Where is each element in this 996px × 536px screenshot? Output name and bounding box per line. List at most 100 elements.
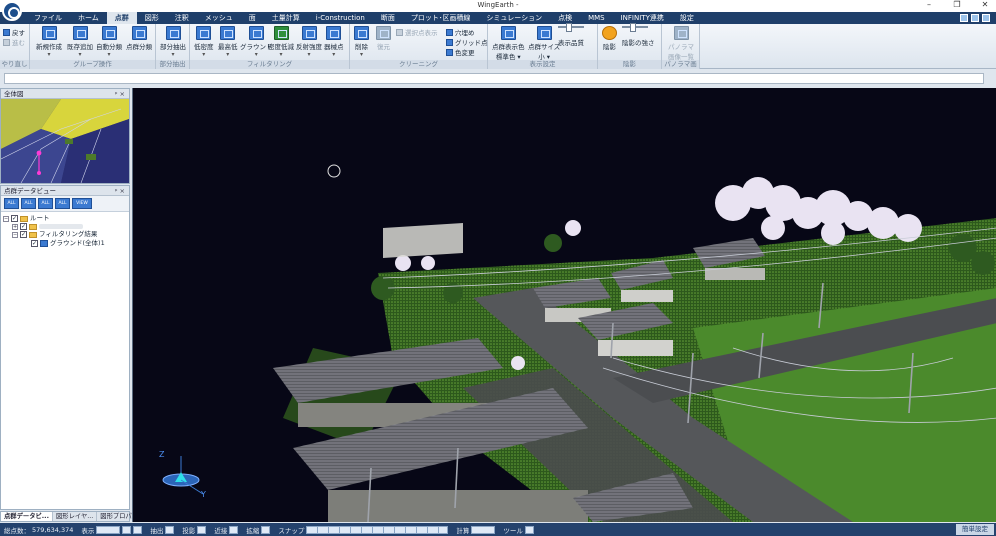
menu-mesh[interactable]: メッシュ [197,12,241,24]
tree-node-root[interactable]: − ✓ ルート [3,214,127,223]
status-extract[interactable]: 抽出 [146,525,178,535]
point-classify-button[interactable]: 点群分類 [126,26,152,51]
3d-viewport[interactable]: Z Y [132,88,996,522]
menu-earthwork[interactable]: 土量計算 [264,12,308,24]
display-quality-slider[interactable] [558,23,584,32]
menu-settings[interactable]: 設定 [672,12,702,24]
auto-classify-button[interactable]: 自動分類 ▾ [96,26,122,58]
menu-shape[interactable]: 図形 [137,12,167,24]
max-min-icon [220,26,236,40]
shadow-button[interactable]: 陰影 [602,26,617,51]
partial-extract-button[interactable]: 部分抽出 ▾ [160,26,186,58]
reflection-button[interactable]: 反射強度 ▾ [296,26,322,58]
overview-map[interactable] [1,99,129,183]
app-logo-icon[interactable] [2,1,22,21]
display-shade-icon[interactable] [133,525,143,534]
auto-classify-icon [101,26,117,40]
pointcloud-title: 点群データビュー [4,187,56,195]
folder-icon [29,231,37,238]
camera-icon[interactable] [229,525,239,534]
play-icon[interactable] [960,14,968,22]
pin-close-icon[interactable]: ᵖ × [115,186,125,196]
menu-bar: ファイル ホーム 点群 図形 注釈 メッシュ 面 土量計算 i-Construc… [0,12,996,24]
tab-shape-layer[interactable]: 図形レイヤ... [53,512,98,521]
projection-icon[interactable] [197,525,207,534]
grid-points-button[interactable]: グリッド点 [446,37,488,47]
status-projection[interactable]: 投影 [178,525,210,535]
undo-button[interactable]: 戻す [3,27,25,37]
quality-slider-track[interactable] [558,23,584,32]
add-existing-icon [72,26,88,40]
restore-button[interactable]: 復元 [376,26,391,51]
check-all-button[interactable]: ALL [38,198,53,209]
add-all-button[interactable]: ALL [21,198,36,209]
tree-node-dataset[interactable]: + ✓ [3,223,127,230]
help-icon[interactable] [982,14,990,22]
calc-icons[interactable] [471,525,496,534]
display-color-icon[interactable] [122,525,132,534]
maximize-button[interactable]: ❐ [950,0,964,9]
menu-pointcloud[interactable]: 点群 [106,12,137,24]
max-min-button[interactable]: 最高低 ▾ [218,26,238,58]
command-input[interactable] [4,73,984,84]
menu-mms[interactable]: MMS [580,12,613,24]
density-reduce-button[interactable]: 密度低減 ▾ [268,26,294,58]
pin-close-icon[interactable]: ᵖ × [115,89,125,99]
panorama-list-button[interactable]: パノラマ画像一覧 [666,26,696,61]
show-all-button[interactable]: ALL [4,198,19,209]
redo-button[interactable]: 進む [3,37,25,47]
info-icon[interactable] [971,14,979,22]
tab-pointcloud-view[interactable]: 点群データビ... [1,512,53,521]
menu-section[interactable]: 断面 [373,12,403,24]
group-partial: 部分抽出 ▾ 部分抽出 [156,24,190,69]
menu-home[interactable]: ホーム [70,12,107,24]
snap-mode-icons[interactable] [306,525,449,534]
minimize-button[interactable]: – [922,0,936,9]
tree-node-ground[interactable]: ✓ グラウンド(全体)1 [3,239,127,248]
collapse-toggle-icon[interactable]: − [3,215,9,222]
checkbox[interactable]: ✓ [20,231,27,238]
status-zoom[interactable]: 拡縮 [242,525,274,535]
status-proximity[interactable]: 近接 [210,525,242,535]
instrument-point-button[interactable]: 器械点 ▾ [324,26,344,58]
status-display[interactable]: 表示 [77,525,146,535]
grid-points-icon [446,38,453,46]
collapse-toggle-icon[interactable]: − [12,231,18,238]
checkbox[interactable]: ✓ [31,240,38,247]
undo-icon [3,28,10,36]
point-size-button[interactable]: 点群サイズ小 ▾ [528,26,560,61]
tools-icon[interactable] [524,525,534,534]
menu-infinity[interactable]: INFINITY連携 [613,12,672,24]
zoom-icon[interactable] [261,525,271,534]
menu-file[interactable]: ファイル [26,12,70,24]
selected-points-option[interactable]: 選択点表示 [396,27,438,37]
fill-holes-button[interactable]: 穴埋め [446,27,475,37]
expand-toggle-icon[interactable]: + [12,223,18,230]
extract-icon[interactable] [165,525,175,534]
status-tools[interactable]: ツール [499,525,538,535]
menu-i-construction[interactable]: i-Construction [308,12,373,24]
delete-button[interactable]: 削除 ▾ [354,26,369,58]
menu-simulation[interactable]: シミュレーション [478,12,550,24]
tree-node-filter-result[interactable]: − ✓ フィルタリング結果 [3,230,127,239]
menu-surface[interactable]: 面 [241,12,264,24]
display-mode-icons[interactable] [96,525,121,534]
simple-settings-button[interactable]: 簡単設定 [956,524,994,535]
checkbox[interactable]: ✓ [20,223,27,230]
color-change-button[interactable]: 色変更 [446,47,475,57]
point-color-button[interactable]: 点群表示色 標準色 ▾ [492,26,525,61]
menu-plot[interactable]: プロット･区画積線 [403,12,479,24]
add-existing-button[interactable]: 既存追加 ▾ [67,26,93,58]
low-density-button[interactable]: 低密度 ▾ [194,26,214,58]
shadow-slider-track[interactable] [622,23,648,32]
view-button[interactable]: VIEW [72,198,92,209]
uncheck-all-button[interactable]: ALL [55,198,70,209]
shadow-strength-slider[interactable] [622,23,648,32]
status-calc[interactable]: 計算 [452,525,499,535]
new-group-button[interactable]: 新規作成 ▾ [36,26,62,58]
status-bar: 総点数： 579,634,374 表示 抽出 投影 近接 拡縮 スナップ 計算 … [0,523,996,536]
status-snap[interactable]: スナップ [274,525,452,535]
checkbox[interactable]: ✓ [11,215,18,222]
menu-annotation[interactable]: 注釈 [167,12,197,24]
close-button[interactable]: ✕ [978,0,992,9]
